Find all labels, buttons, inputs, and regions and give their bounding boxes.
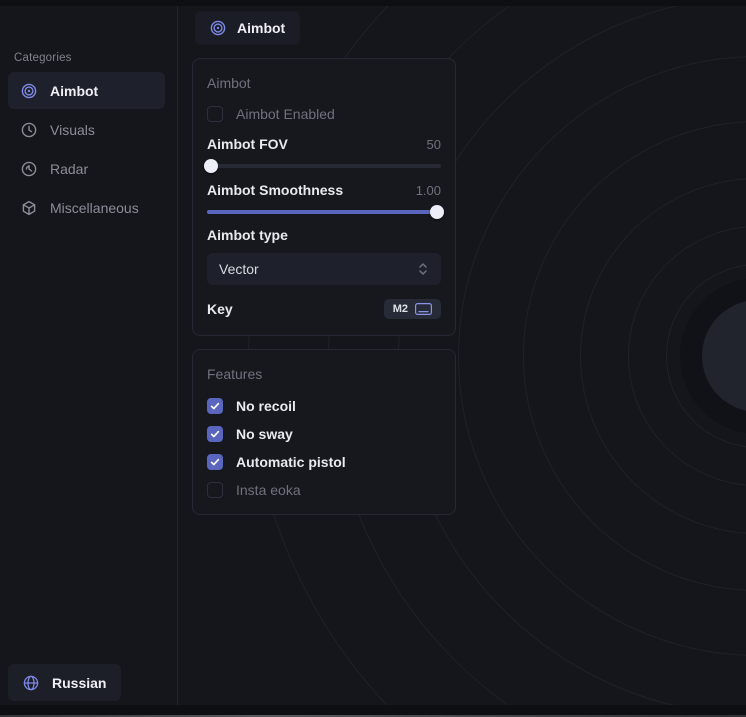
sidebar-item-label: Aimbot (50, 83, 98, 99)
aimbot-fov-row: Aimbot FOV 50 (207, 135, 441, 153)
aimbot-panel: Aimbot Aimbot Enabled Aimbot FOV 50 Aimb… (192, 58, 456, 336)
key-label: Key (207, 301, 233, 317)
slider-label: Aimbot FOV (207, 136, 288, 152)
checkbox-checked-icon (207, 454, 223, 470)
checkbox-checked-icon (207, 398, 223, 414)
checkbox-icon (207, 482, 223, 498)
keyboard-icon (415, 303, 432, 315)
categories-label: Categories (14, 52, 72, 64)
checkbox-icon (207, 106, 223, 122)
slider-thumb[interactable] (430, 205, 444, 219)
target-icon (210, 20, 226, 36)
clock-icon (21, 122, 37, 138)
language-button-label: Russian (52, 675, 106, 691)
key-bind-row: Key M2 (207, 297, 441, 321)
checkbox-label: Automatic pistol (236, 454, 346, 470)
sidebar-item-miscellaneous[interactable]: Miscellaneous (8, 189, 165, 226)
panel-title: Features (207, 366, 441, 384)
select-value: Vector (219, 261, 259, 277)
checkbox-label: Aimbot Enabled (236, 106, 335, 122)
feature-checkbox-no-recoil[interactable]: No recoil (207, 396, 441, 416)
language-button[interactable]: Russian (8, 664, 121, 701)
key-binding-value: M2 (393, 303, 408, 315)
feature-checkbox-insta-eoka[interactable]: Insta eoka (207, 480, 441, 500)
features-panel: Features No recoil No sway (192, 349, 456, 515)
window-top-edge (0, 0, 746, 6)
page-title: Aimbot (237, 20, 285, 36)
cube-icon (21, 200, 37, 216)
slider-thumb[interactable] (204, 159, 218, 173)
feature-checkbox-no-sway[interactable]: No sway (207, 424, 441, 444)
slider-label: Aimbot Smoothness (207, 182, 343, 198)
key-binding-badge[interactable]: M2 (384, 299, 441, 319)
aimbot-type-label: Aimbot type (207, 227, 441, 245)
chevron-up-down-icon (417, 262, 429, 276)
target-icon (21, 83, 37, 99)
slider-track (207, 164, 441, 168)
page-title-chip: Aimbot (195, 11, 300, 45)
features-list: No recoil No sway Automatic pistol (207, 396, 441, 500)
sidebar-item-aimbot[interactable]: Aimbot (8, 72, 165, 109)
checkbox-label: Insta eoka (236, 482, 301, 498)
slider-value: 50 (427, 137, 441, 152)
aimbot-smoothness-slider[interactable] (207, 205, 441, 219)
slider-fill (207, 210, 441, 214)
aimbot-fov-slider[interactable] (207, 159, 441, 173)
aimbot-smoothness-row: Aimbot Smoothness 1.00 (207, 181, 441, 199)
sidebar-item-visuals[interactable]: Visuals (8, 111, 165, 148)
sidebar-item-label: Radar (50, 161, 88, 177)
sidebar: Categories Aimbot Visuals (0, 6, 178, 705)
checkbox-label: No recoil (236, 398, 296, 414)
slider-value: 1.00 (416, 183, 441, 198)
radar-icon (21, 161, 37, 177)
sidebar-item-radar[interactable]: Radar (8, 150, 165, 187)
feature-checkbox-automatic-pistol[interactable]: Automatic pistol (207, 452, 441, 472)
aimbot-enabled-checkbox[interactable]: Aimbot Enabled (207, 105, 441, 123)
checkbox-label: No sway (236, 426, 293, 442)
main-content: Aimbot Aimbot Aimbot Enabled Aimbot FOV … (192, 6, 456, 515)
sidebar-item-label: Visuals (50, 122, 95, 138)
category-nav: Aimbot Visuals Radar (8, 72, 165, 226)
panel-title: Aimbot (207, 75, 441, 93)
checkbox-checked-icon (207, 426, 223, 442)
aimbot-type-select[interactable]: Vector (207, 253, 441, 285)
app-window: Categories Aimbot Visuals (0, 0, 746, 717)
sidebar-item-label: Miscellaneous (50, 200, 139, 216)
globe-icon (23, 675, 39, 691)
